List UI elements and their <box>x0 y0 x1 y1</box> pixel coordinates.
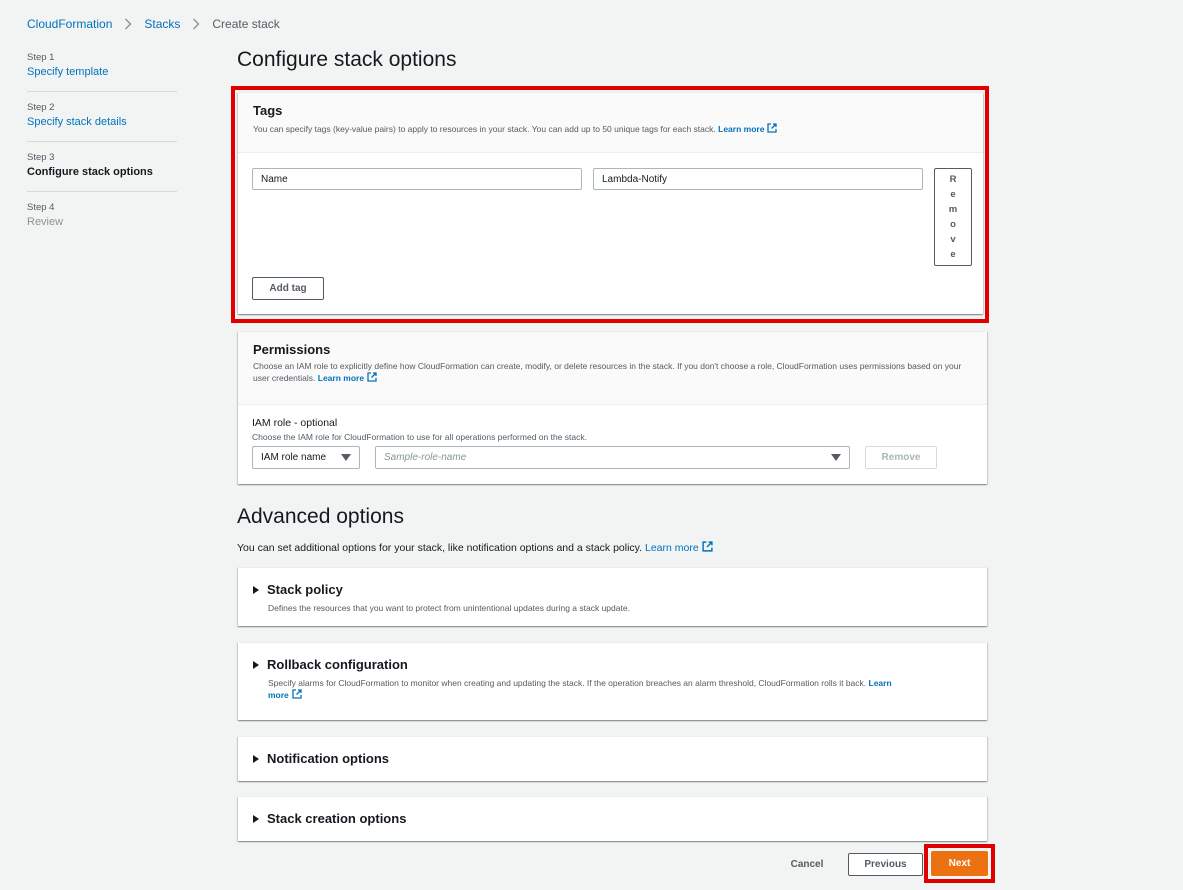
tag-key-value: Name <box>261 173 288 185</box>
learn-more-label: Learn more <box>645 542 699 554</box>
remove-letter: o <box>950 219 956 230</box>
rollback-configuration-section[interactable]: Rollback configuration Specify alarms fo… <box>238 642 987 720</box>
learn-more-label: Learn more <box>317 373 365 383</box>
remove-letter: m <box>948 204 958 215</box>
permissions-panel: Permissions Choose an IAM role to explic… <box>238 331 987 484</box>
expand-triangle-icon <box>253 660 259 669</box>
remove-role-button[interactable]: Remove <box>865 446 937 469</box>
tag-value-input[interactable]: Lambda-Notify <box>593 168 923 190</box>
breadcrumb-cloudformation[interactable]: CloudFormation <box>27 17 112 31</box>
wizard-steps: Step 1 Specify template Step 2 Specify s… <box>27 52 177 251</box>
step-number: Step 3 <box>27 152 55 163</box>
notification-header[interactable]: Notification options <box>238 737 987 766</box>
remove-letter: e <box>950 249 956 260</box>
learn-more-label: Learn <box>868 678 892 688</box>
add-tag-label: Add tag <box>269 283 307 294</box>
stack-policy-section[interactable]: Stack policy Defines the resources that … <box>238 567 987 626</box>
expand-triangle-icon <box>253 585 259 594</box>
remove-role-label: Remove <box>881 452 921 463</box>
expand-triangle-icon <box>253 754 259 763</box>
external-link-icon <box>702 541 713 552</box>
permissions-description: Choose an IAM role to explicitly define … <box>253 360 972 384</box>
step-number: Step 2 <box>27 102 55 113</box>
iam-role-label: IAM role - optional <box>252 417 338 429</box>
next-button[interactable]: Next <box>931 851 988 876</box>
next-label: Next <box>948 858 971 869</box>
chevron-right-icon <box>192 18 200 30</box>
tag-key-input[interactable]: Name <box>252 168 582 190</box>
step-label-review: Review <box>27 216 64 228</box>
iam-role-name-select[interactable]: Sample-role-name <box>375 446 850 469</box>
external-link-icon <box>767 123 778 133</box>
step-number: Step 4 <box>27 202 55 213</box>
advanced-description-text: You can set additional options for your … <box>237 542 643 554</box>
iam-role-name-placeholder: Sample-role-name <box>384 452 467 463</box>
stack-policy-header[interactable]: Stack policy <box>238 568 987 597</box>
creation-header[interactable]: Stack creation options <box>238 797 987 826</box>
wizard-step-2: Step 2 Specify stack details <box>27 102 177 142</box>
breadcrumb-stacks[interactable]: Stacks <box>144 17 180 31</box>
tags-description: You can specify tags (key-value pairs) t… <box>253 123 968 135</box>
add-tag-button[interactable]: Add tag <box>252 277 324 300</box>
permissions-title: Permissions <box>253 342 331 357</box>
wizard-step-1: Step 1 Specify template <box>27 52 177 92</box>
step-link-specify-stack-details[interactable]: Specify stack details <box>27 114 177 130</box>
remove-letter: e <box>950 189 956 200</box>
tags-title: Tags <box>253 103 283 118</box>
creation-title: Stack creation options <box>267 811 407 826</box>
remove-letter: v <box>950 234 956 245</box>
page-title: Configure stack options <box>237 48 457 71</box>
caret-down-icon <box>831 454 841 461</box>
tags-learn-more-link[interactable]: Learn more <box>718 123 778 134</box>
step-label-configure-stack-options: Configure stack options <box>27 166 153 178</box>
stack-creation-options-section[interactable]: Stack creation options <box>238 796 987 841</box>
advanced-learn-more-link[interactable]: Learn more <box>645 541 713 554</box>
remove-letter: R <box>949 174 957 185</box>
iam-role-type-value: IAM role name <box>261 452 327 463</box>
external-link-icon <box>367 372 377 382</box>
tags-panel-header: Tags You can specify tags (key-value pai… <box>238 93 983 153</box>
previous-label: Previous <box>864 859 907 870</box>
expand-triangle-icon <box>253 814 259 823</box>
iam-role-type-select[interactable]: IAM role name <box>252 446 360 469</box>
cancel-label: Cancel <box>790 858 824 870</box>
wizard-step-3: Step 3 Configure stack options <box>27 152 177 192</box>
step-number: Step 1 <box>27 52 55 63</box>
tags-description-text: You can specify tags (key-value pairs) t… <box>253 124 716 134</box>
rollback-header[interactable]: Rollback configuration <box>238 643 987 672</box>
external-link-icon <box>292 689 302 699</box>
breadcrumb-current: Create stack <box>212 17 280 31</box>
step-link-specify-template[interactable]: Specify template <box>27 64 177 80</box>
rollback-description-text: Specify alarms for CloudFormation to mon… <box>268 678 867 688</box>
advanced-options-title: Advanced options <box>237 505 404 528</box>
previous-button[interactable]: Previous <box>848 853 923 876</box>
learn-more-label: Learn more <box>718 124 765 134</box>
learn-more-label: more <box>268 690 289 700</box>
permissions-learn-more-link[interactable]: Learn more <box>317 372 377 383</box>
tags-panel: Tags You can specify tags (key-value pai… <box>238 92 983 314</box>
breadcrumb: CloudFormation Stacks Create stack <box>27 17 280 31</box>
rollback-description: Specify alarms for CloudFormation to mon… <box>238 672 987 701</box>
notification-title: Notification options <box>267 751 390 766</box>
caret-down-icon <box>341 454 351 461</box>
iam-role-description: Choose the IAM role for CloudFormation t… <box>252 432 587 442</box>
stack-policy-title: Stack policy <box>267 582 343 597</box>
notification-options-section[interactable]: Notification options <box>238 736 987 781</box>
stack-policy-description: Defines the resources that you want to p… <box>268 603 630 613</box>
chevron-right-icon <box>124 18 132 30</box>
rollback-title: Rollback configuration <box>267 657 408 672</box>
permissions-panel-header: Permissions Choose an IAM role to explic… <box>238 332 987 405</box>
cancel-button[interactable]: Cancel <box>778 852 836 876</box>
remove-tag-button[interactable]: R e m o v e <box>934 168 972 266</box>
wizard-step-4: Step 4 Review <box>27 202 177 241</box>
tag-value-value: Lambda-Notify <box>602 173 668 185</box>
advanced-options-description: You can set additional options for your … <box>237 541 713 554</box>
